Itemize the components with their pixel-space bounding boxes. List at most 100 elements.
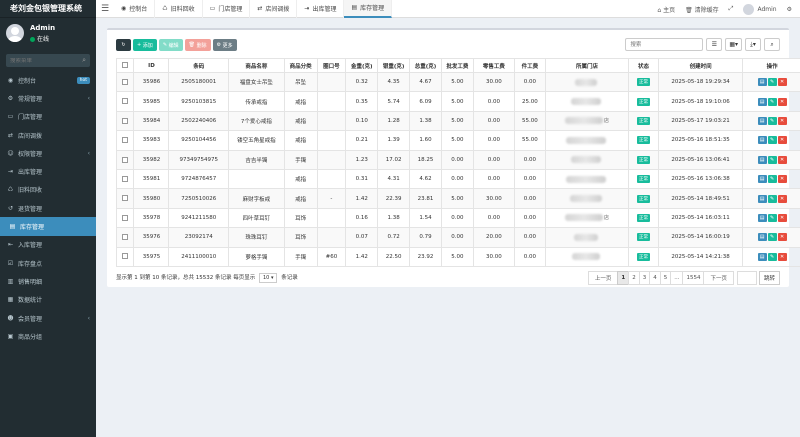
search-icon[interactable]: ⌕ [82, 56, 86, 65]
edit-button[interactable]: ✎ 编辑 [158, 39, 183, 51]
edit-row-button[interactable]: ✎ [767, 213, 777, 222]
sidebar-item-7[interactable]: ↺ 退货管理 [0, 199, 96, 217]
menu-toggle-icon[interactable]: ☰ [96, 4, 114, 14]
more-button[interactable]: ⚙ 更多 [212, 39, 237, 51]
column-header[interactable]: 商品名称 [228, 58, 285, 73]
sidebar-item-1[interactable]: ⚙ 常规管理 ‹ [0, 89, 96, 107]
detail-button[interactable]: ▤ [757, 116, 767, 125]
row-checkbox[interactable] [122, 253, 129, 260]
table-row[interactable]: 35986 2505180001 福盘女士吊坠 吊坠 0.32 4.35 4.67 5.00 3… [115, 71, 800, 93]
sidebar-item-14[interactable]: ▣ 商品分组 [0, 327, 96, 345]
column-header[interactable]: 零售工费 [472, 58, 515, 73]
add-button[interactable]: + 添加 [133, 39, 157, 51]
table-row[interactable]: 35978 9241211580 四叶草耳钉 耳饰 0.16 1.38 1.54 0.00 0.… [115, 207, 800, 229]
tab-4[interactable]: ⇥ 出库管理 [297, 0, 345, 18]
tab-0[interactable]: ◉ 控制台 [114, 0, 156, 18]
delete-button[interactable]: 🗑 删除 [184, 39, 211, 51]
select-all-checkbox[interactable] [122, 62, 129, 69]
detail-button[interactable]: ▤ [757, 78, 767, 87]
sidebar-item-4[interactable]: ☺ 权限管理 ‹ [0, 144, 96, 162]
delete-row-button[interactable]: ✕ [777, 213, 787, 222]
next-page-button[interactable]: 下一页 [703, 271, 734, 286]
column-header[interactable]: 圈口号 [316, 58, 347, 73]
table-row[interactable]: 35975 2411100010 萝格手镯 手镯 #60 1.42 22.50 23.92 5.… [115, 246, 800, 267]
delete-row-button[interactable]: ✕ [777, 252, 787, 261]
table-row[interactable]: 35976 23092174 珠珠耳钉 耳饰 0.07 0.72 0.79 0.00 20.00… [115, 227, 800, 248]
sidebar-item-3[interactable]: ⇄ 店间调拨 [0, 126, 96, 144]
table-row[interactable]: 35982 97349754975 吉吉半镯 手镯 1.23 17.02 18.25 0.00… [115, 149, 800, 170]
column-header[interactable]: 商品分类 [283, 58, 318, 73]
jump-button[interactable]: 跳转 [758, 271, 780, 286]
settings-icon[interactable]: ⚙ [787, 6, 792, 13]
edit-row-button[interactable]: ✎ [767, 233, 777, 242]
sidebar-item-6[interactable]: ♺ 旧料回收 [0, 181, 96, 199]
home-link[interactable]: ⌂ 主页 [657, 5, 675, 14]
detail-button[interactable]: ▤ [757, 213, 767, 222]
sidebar-item-10[interactable]: ☑ 库存盘点 [0, 254, 96, 272]
edit-row-button[interactable]: ✎ [767, 194, 777, 203]
sidebar-item-12[interactable]: ▦ 数据统计 [0, 291, 96, 309]
delete-row-button[interactable]: ✕ [777, 175, 787, 184]
detail-button[interactable]: ▤ [757, 97, 767, 106]
table-row[interactable]: 35985 9250103815 传承戒指 戒指 0.35 5.74 6.09 5.00 0.0… [115, 91, 800, 112]
table-row[interactable]: 35980 7250510026 麻财字板戒 戒指 -1.42 22.39 23.81 5.0… [115, 188, 800, 209]
sidebar-item-2[interactable]: ▭ 门店管理 [0, 108, 96, 126]
column-header[interactable]: 状态 [628, 58, 659, 73]
row-checkbox[interactable] [122, 175, 129, 182]
edit-row-button[interactable]: ✎ [767, 136, 777, 145]
edit-row-button[interactable]: ✎ [767, 175, 777, 184]
column-header[interactable]: 所属门店 [544, 58, 630, 73]
page-button[interactable]: 1554 [682, 271, 705, 286]
table-search-input[interactable] [625, 38, 704, 51]
sidebar-item-9[interactable]: ⇤ 入库管理 [0, 236, 96, 254]
sidebar-item-0[interactable]: ◉ 控制台 hot [0, 71, 96, 89]
fullscreen-icon[interactable]: ⤢ [729, 5, 734, 13]
delete-row-button[interactable]: ✕ [777, 155, 787, 164]
table-row[interactable]: 35983 9250104456 镂空五角星戒指 戒指 0.21 1.39 1.60 5.00… [115, 130, 800, 151]
sidebar-search-input[interactable] [10, 57, 74, 64]
delete-row-button[interactable]: ✕ [777, 136, 787, 145]
tab-5[interactable]: ▤ 库存管理 [344, 0, 393, 18]
delete-row-button[interactable]: ✕ [777, 78, 787, 87]
tab-2[interactable]: ▭ 门店管理 [203, 0, 251, 18]
column-header[interactable]: 金重(克) [345, 58, 379, 73]
row-checkbox[interactable] [122, 117, 129, 124]
detail-button[interactable]: ▤ [757, 175, 767, 184]
row-checkbox[interactable] [122, 156, 129, 163]
detail-button[interactable]: ▤ [757, 136, 767, 145]
user-menu[interactable]: Admin [743, 3, 777, 15]
table-row[interactable]: 35984 2502240406 7个爱心戒指 戒指 0.10 1.28 1.38 5.00 0… [115, 110, 800, 132]
delete-row-button[interactable]: ✕ [777, 116, 787, 125]
page-size-select[interactable]: 10 ▾ [258, 273, 278, 284]
column-header[interactable]: ID [133, 58, 170, 73]
delete-row-button[interactable]: ✕ [777, 194, 787, 203]
detail-button[interactable]: ▤ [757, 194, 767, 203]
tab-3[interactable]: ⇄ 店间调拨 [250, 0, 298, 18]
detail-button[interactable]: ▤ [757, 155, 767, 164]
edit-row-button[interactable]: ✎ [767, 78, 777, 87]
edit-row-button[interactable]: ✎ [767, 252, 777, 261]
column-header[interactable]: 银重(克) [377, 58, 411, 73]
column-header[interactable]: 条码 [168, 58, 230, 73]
column-header[interactable]: 操作 [742, 58, 800, 73]
jump-page-input[interactable] [736, 271, 757, 286]
column-header[interactable]: 件工费 [513, 58, 546, 73]
sidebar-item-8[interactable]: ▤ 库存管理 [0, 217, 96, 236]
column-header[interactable]: 总重(克) [409, 58, 442, 73]
export-button[interactable]: ⤓ ▾ [745, 38, 761, 51]
row-checkbox[interactable] [122, 234, 129, 241]
tab-1[interactable]: ♺ 旧料回收 [155, 0, 203, 18]
sidebar-item-13[interactable]: ☻ 会员管理 ‹ [0, 309, 96, 327]
column-header[interactable]: 创建时间 [657, 58, 744, 73]
toggle-view-button[interactable]: ☰ [706, 38, 723, 51]
row-checkbox[interactable] [122, 98, 129, 105]
clear-cache-link[interactable]: 🗑 清除缓存 [685, 5, 719, 14]
edit-row-button[interactable]: ✎ [767, 155, 777, 164]
refresh-button[interactable]: ↻ [116, 39, 131, 51]
edit-row-button[interactable]: ✎ [767, 97, 777, 106]
delete-row-button[interactable]: ✕ [777, 97, 787, 106]
row-checkbox[interactable] [122, 195, 129, 202]
delete-row-button[interactable]: ✕ [777, 233, 787, 242]
row-checkbox[interactable] [122, 137, 129, 144]
row-checkbox[interactable] [122, 78, 129, 85]
